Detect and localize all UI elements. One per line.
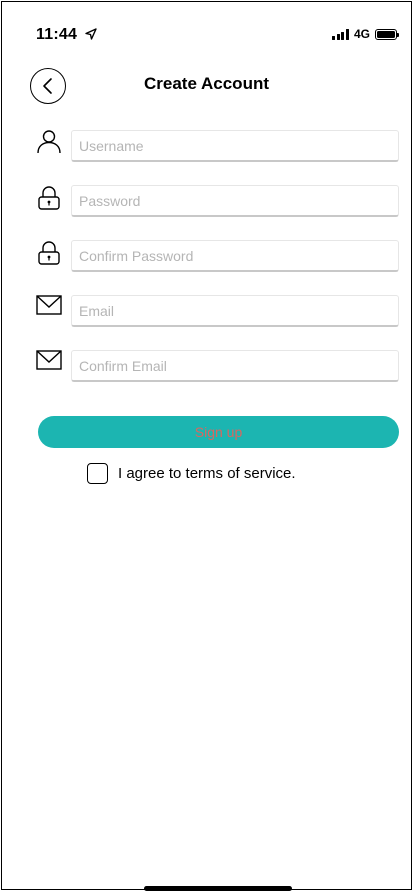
battery-icon (375, 28, 399, 40)
signup-button[interactable]: Sign up (38, 416, 399, 448)
lock-icon (38, 241, 60, 265)
username-input[interactable] (71, 130, 399, 162)
envelope-icon (36, 295, 62, 315)
email-input[interactable] (71, 295, 399, 327)
network-type: 4G (353, 27, 370, 41)
email-row (36, 295, 400, 327)
terms-agreement: I agree to terms of service. (87, 463, 296, 484)
user-icon (37, 130, 61, 154)
status-indicators: 4G (332, 27, 399, 41)
confirm-email-row (36, 350, 400, 382)
envelope-icon (36, 350, 62, 370)
confirm-password-row (36, 240, 400, 272)
username-row (36, 130, 400, 162)
status-time-label: 11:44 (36, 26, 78, 43)
terms-label: I agree to terms of service. (118, 465, 296, 482)
phone-screen: 11:44 4G Create Account Username Email C… (1, 1, 412, 891)
confirm-email-input[interactable] (71, 350, 399, 382)
terms-checkbox[interactable] (87, 463, 108, 484)
status-time: 11:44 (36, 26, 97, 44)
page-title: Create Account (143, 74, 269, 93)
confirm-password-input[interactable] (71, 240, 399, 272)
password-row (36, 185, 400, 217)
home-indicator (144, 886, 292, 891)
location-arrow-icon (85, 28, 97, 40)
signal-icon (332, 28, 349, 40)
lock-icon (38, 186, 60, 210)
password-input[interactable] (71, 185, 399, 217)
